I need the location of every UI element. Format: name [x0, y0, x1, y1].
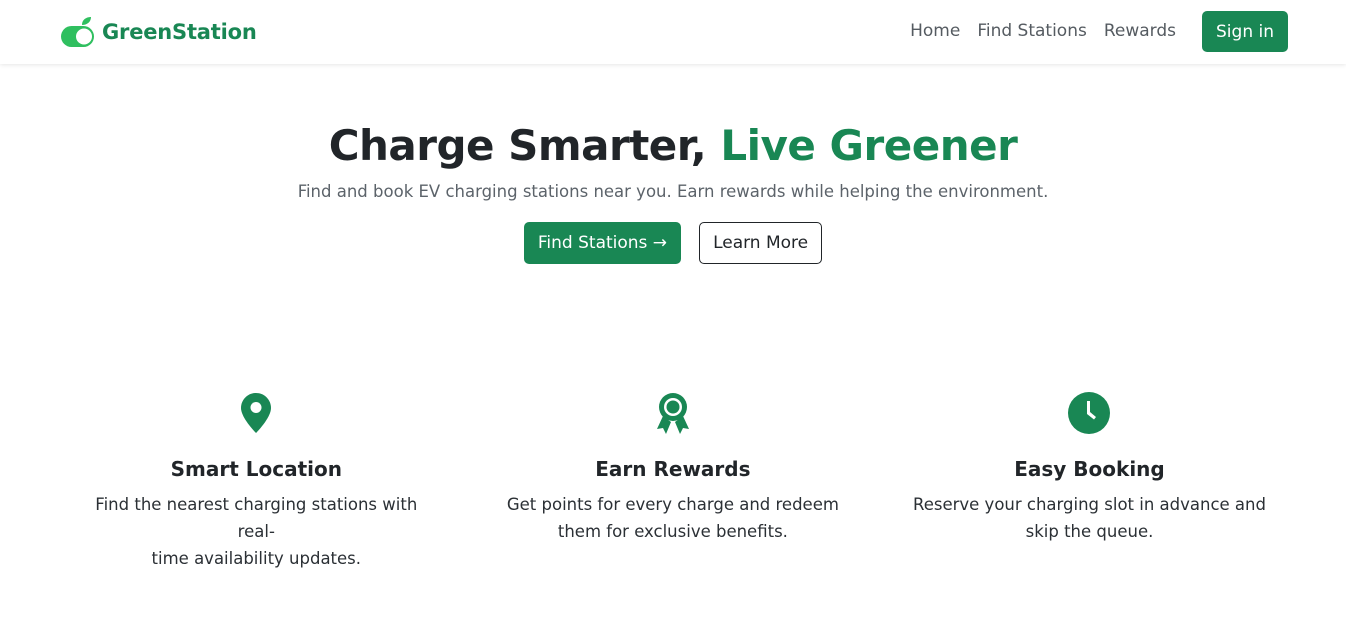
hero-subtitle: Find and book EV charging stations near …: [297, 182, 1049, 201]
feature-card-smart-location: Smart Location Find the nearest charging…: [48, 390, 465, 572]
award-icon: [656, 393, 689, 434]
hero-actions: Find Stations → Learn More: [0, 222, 1346, 264]
map-pin-icon: [241, 393, 272, 433]
feature-card-earn-rewards: Earn Rewards Get points for every charge…: [465, 390, 882, 572]
brand-link[interactable]: GreenStation: [60, 14, 257, 50]
feature-description: Get points for every charge and redeem t…: [495, 491, 852, 545]
feature-title: Earn Rewards: [595, 457, 751, 481]
brand-name: GreenStation: [102, 20, 257, 44]
feature-desc-line: time availability updates.: [151, 549, 362, 568]
feature-description: Find the nearest charging stations with …: [78, 491, 435, 572]
learn-more-button[interactable]: Learn More: [699, 222, 823, 264]
feature-title: Smart Location: [170, 457, 342, 481]
find-stations-button[interactable]: Find Stations →: [523, 222, 682, 264]
leaf-toggle-icon: [61, 17, 94, 47]
hero-title-main: Charge Smarter,: [328, 121, 707, 170]
feature-desc-line: them for exclusive benefits.: [557, 522, 788, 541]
hero-section: Charge Smarter, Live Greener Find and bo…: [0, 118, 1346, 264]
feature-desc-line: Find the nearest charging stations with …: [95, 495, 418, 541]
nav-link-find-stations[interactable]: Find Stations: [977, 11, 1087, 52]
feature-desc-line: Get points for every charge and redeem: [506, 495, 839, 514]
sign-in-button[interactable]: Sign in: [1202, 11, 1288, 52]
nav-links: Home Find Stations Rewards Sign in: [910, 11, 1288, 52]
feature-card-easy-booking: Easy Booking Reserve your charging slot …: [881, 390, 1298, 572]
hero-title-accent: Live Greener: [720, 121, 1018, 170]
feature-desc-line: skip the queue.: [1025, 522, 1154, 541]
feature-desc-line: Reserve your charging slot in advance an…: [912, 495, 1266, 514]
features-section: Smart Location Find the nearest charging…: [48, 390, 1298, 572]
clock-icon: [1068, 392, 1111, 434]
nav-link-home[interactable]: Home: [910, 11, 960, 52]
hero-title: Charge Smarter, Live Greener: [0, 118, 1346, 174]
feature-description: Reserve your charging slot in advance an…: [911, 491, 1268, 545]
nav-link-rewards[interactable]: Rewards: [1104, 11, 1176, 52]
navbar: GreenStation Home Find Stations Rewards …: [0, 0, 1346, 64]
feature-title: Easy Booking: [1014, 457, 1165, 481]
